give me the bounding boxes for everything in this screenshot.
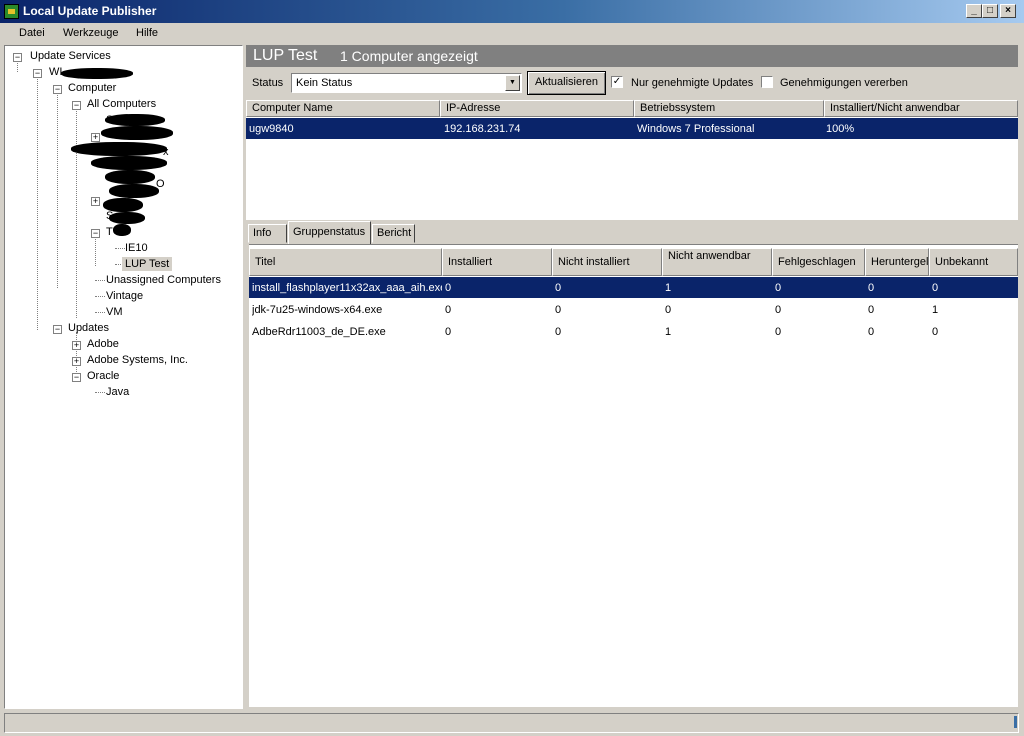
column-header[interactable]: Heruntergel xyxy=(865,248,929,276)
column-header[interactable]: Betriebssystem xyxy=(634,100,824,117)
column-header[interactable]: Titel xyxy=(249,248,442,276)
redaction-mark xyxy=(105,114,165,126)
tree-all-computers[interactable]: All Computers xyxy=(87,98,156,110)
title-cell: install_flashplayer11x32ax_aaa_aih.exe xyxy=(252,282,442,294)
tree-update-services[interactable]: Update Services xyxy=(30,50,111,62)
expand-toggle-icon[interactable]: + xyxy=(72,341,81,350)
tree-computer[interactable]: Computer xyxy=(68,82,116,94)
downloaded-cell: 0 xyxy=(868,304,875,316)
redaction-mark xyxy=(109,212,145,224)
chevron-down-icon[interactable]: ▼ xyxy=(505,75,520,91)
collapse-toggle-icon[interactable]: − xyxy=(53,85,62,94)
failed-cell: 0 xyxy=(775,282,782,294)
redaction-mark xyxy=(109,184,159,198)
navigation-tree[interactable]: − Update Services − WI − Computer − All … xyxy=(4,45,243,709)
column-header[interactable]: Unbekannt xyxy=(929,248,1018,276)
approved-only-checkbox[interactable]: ✓ xyxy=(611,76,623,88)
refresh-button[interactable]: Aktualisieren xyxy=(527,71,606,95)
tree-java[interactable]: Java xyxy=(106,386,129,398)
redaction-mark xyxy=(101,126,173,140)
maximize-button[interactable]: □ xyxy=(982,4,998,18)
collapse-toggle-icon[interactable]: − xyxy=(72,373,81,382)
menu-werkzeuge[interactable]: Werkzeuge xyxy=(63,27,118,39)
tree-lup-test-selected[interactable]: LUP Test xyxy=(122,257,173,271)
status-value: Kein Status xyxy=(296,77,353,89)
not-installed-cell: 0 xyxy=(555,282,562,294)
collapse-toggle-icon[interactable]: − xyxy=(53,325,62,334)
installed-cell: 0 xyxy=(445,304,452,316)
tree-adobe[interactable]: Adobe xyxy=(87,338,119,350)
tree-adobe-systems[interactable]: Adobe Systems, Inc. xyxy=(87,354,188,366)
group-status-list[interactable]: Titel Installiert Nicht installiert Nich… xyxy=(249,244,1018,707)
downloaded-cell: 0 xyxy=(868,326,875,338)
column-header[interactable]: IP-Adresse xyxy=(440,100,634,117)
installed-cell: 0 xyxy=(445,326,452,338)
redaction-mark xyxy=(103,198,143,212)
collapse-toggle-icon[interactable]: − xyxy=(72,101,81,110)
redaction-mark xyxy=(105,170,155,184)
minimize-button[interactable]: _ xyxy=(966,4,982,18)
not-applicable-cell: 0 xyxy=(665,304,672,316)
installed-cell: 0 xyxy=(445,282,452,294)
computer-name-cell: ugw9840 xyxy=(249,123,294,135)
collapse-toggle-icon[interactable]: − xyxy=(33,69,42,78)
not-installed-cell: 0 xyxy=(555,304,562,316)
expand-toggle-icon[interactable]: + xyxy=(91,133,100,142)
failed-cell: 0 xyxy=(775,326,782,338)
tree-vm[interactable]: VM xyxy=(106,306,123,318)
table-row-selected[interactable] xyxy=(246,118,1018,139)
column-header[interactable]: Installiert xyxy=(442,248,552,276)
title-cell: AdbeRdr11003_de_DE.exe xyxy=(252,326,386,338)
redaction-mark xyxy=(91,156,167,170)
tree-ie10[interactable]: IE10 xyxy=(125,242,148,254)
window-title: Local Update Publisher xyxy=(23,4,157,18)
unknown-cell: 0 xyxy=(932,326,939,338)
menu-datei[interactable]: Datei xyxy=(19,27,45,39)
app-icon xyxy=(4,4,19,19)
status-label: Status xyxy=(252,77,284,89)
title-cell: jdk-7u25-windows-x64.exe xyxy=(252,304,383,316)
expand-toggle-icon[interactable]: + xyxy=(91,197,100,206)
tree-test[interactable]: T xyxy=(106,226,113,238)
close-button[interactable]: × xyxy=(1000,4,1016,18)
menu-hilfe[interactable]: Hilfe xyxy=(136,27,158,39)
downloaded-cell: 0 xyxy=(868,282,875,294)
tree-oracle[interactable]: Oracle xyxy=(87,370,119,382)
resize-grip-icon[interactable] xyxy=(1014,716,1017,728)
inherit-approvals-label: Genehmigungen vererben xyxy=(780,77,908,89)
column-header[interactable]: Nicht installiert xyxy=(552,248,662,276)
failed-cell: 0 xyxy=(775,304,782,316)
column-header[interactable]: Installiert/Nicht anwendbar xyxy=(824,100,1018,117)
collapse-toggle-icon[interactable]: − xyxy=(13,53,22,62)
redaction-mark xyxy=(113,224,131,236)
tree-unassigned-computers[interactable]: Unassigned Computers xyxy=(106,274,221,286)
not-applicable-cell: 1 xyxy=(665,282,672,294)
not-applicable-cell: 1 xyxy=(665,326,672,338)
column-header[interactable]: Computer Name xyxy=(246,100,440,117)
redaction-mark xyxy=(71,142,167,156)
tab-info[interactable]: Info xyxy=(248,224,287,243)
ip-address-cell: 192.168.231.74 xyxy=(444,123,521,135)
collapse-toggle-icon[interactable]: − xyxy=(91,229,100,238)
unknown-cell: 0 xyxy=(932,282,939,294)
computer-list[interactable]: Computer Name IP-Adresse Betriebssystem … xyxy=(246,100,1018,220)
approved-only-label: Nur genehmigte Updates xyxy=(631,77,754,89)
tab-bericht[interactable]: Bericht xyxy=(372,224,415,243)
status-dropdown[interactable]: Kein Status ▼ xyxy=(291,73,522,93)
not-installed-cell: 0 xyxy=(555,326,562,338)
redaction-mark xyxy=(61,68,133,79)
computer-count: 1 Computer angezeigt xyxy=(340,48,478,64)
os-cell: Windows 7 Professional xyxy=(637,123,755,135)
tree-updates[interactable]: Updates xyxy=(68,322,109,334)
expand-toggle-icon[interactable]: + xyxy=(72,357,81,366)
tab-gruppenstatus[interactable]: Gruppenstatus xyxy=(288,221,371,244)
group-title: LUP Test xyxy=(253,47,318,64)
status-bar-panel xyxy=(4,713,1019,733)
installed-cell: 100% xyxy=(826,123,855,135)
tree-vintage[interactable]: Vintage xyxy=(106,290,143,302)
unknown-cell: 1 xyxy=(932,304,939,316)
column-header[interactable]: Fehlgeschlagen xyxy=(772,248,865,276)
column-header[interactable]: Nicht anwendbar xyxy=(662,248,772,276)
inherit-approvals-checkbox[interactable] xyxy=(761,76,773,88)
